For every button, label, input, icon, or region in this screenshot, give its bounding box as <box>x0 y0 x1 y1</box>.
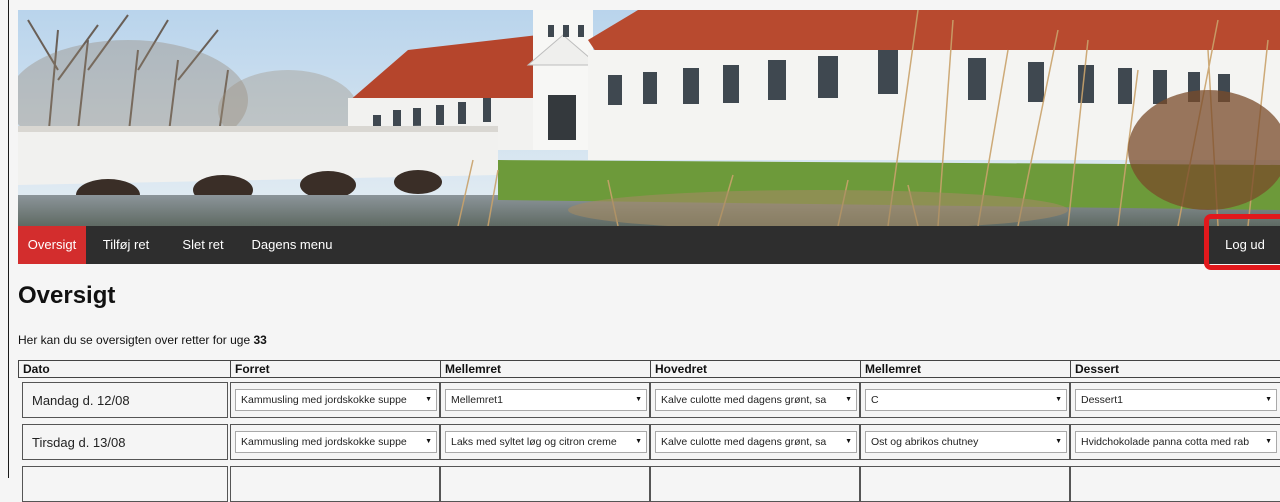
course-cell: Dessert1 ▼ <box>1070 382 1280 418</box>
dessert-select[interactable]: Dessert1 ▼ <box>1075 389 1277 411</box>
dropdown-arrow-icon: ▼ <box>1265 396 1272 403</box>
mellemret-select[interactable]: Laks med syltet løg og citron creme ▼ <box>445 431 647 453</box>
select-value: Laks med syltet løg og citron creme <box>451 436 617 448</box>
select-value: Kalve culotte med dagens grønt, sa <box>661 394 827 406</box>
nav-tilfoej-ret[interactable]: Tilføj ret <box>86 226 166 264</box>
select-value: Kammusling med jordskokke suppe <box>241 394 407 406</box>
forret-select[interactable]: Kammusling med jordskokke suppe ▼ <box>235 431 437 453</box>
course-cell: Kammusling med jordskokke suppe ▼ <box>230 424 440 460</box>
forret-select[interactable]: Kammusling med jordskokke suppe ▼ <box>235 389 437 411</box>
dropdown-arrow-icon: ▼ <box>425 438 432 445</box>
select-value: Hvidchokolade panna cotta med rab <box>1081 436 1250 448</box>
logout-highlight-box <box>1204 214 1280 270</box>
dropdown-arrow-icon: ▼ <box>1265 438 1272 445</box>
nav-oversigt[interactable]: Oversigt <box>18 226 86 264</box>
header-dessert: Dessert <box>1070 360 1280 378</box>
course-cell: Kalve culotte med dagens grønt, sa ▼ <box>650 382 860 418</box>
course-cell: Laks med syltet løg og citron creme ▼ <box>440 424 650 460</box>
date-label: Tirsdag d. 13/08 <box>32 435 126 450</box>
course-cell <box>650 466 860 502</box>
course-cell: C ▼ <box>860 382 1070 418</box>
hovedret-select[interactable]: Kalve culotte med dagens grønt, sa ▼ <box>655 389 857 411</box>
header-mellemret-2: Mellemret <box>860 360 1071 378</box>
intro-prefix: Her kan du se oversigten over retter for… <box>18 333 254 347</box>
week-number: 33 <box>253 333 267 347</box>
hovedret-select[interactable]: Kalve culotte med dagens grønt, sa ▼ <box>655 431 857 453</box>
dropdown-arrow-icon: ▼ <box>845 438 852 445</box>
date-label: Mandag d. 12/08 <box>32 393 130 408</box>
course-cell: Hvidchokolade panna cotta med rab ▼ <box>1070 424 1280 460</box>
select-value: Kammusling med jordskokke suppe <box>241 436 407 448</box>
course-cell: Kalve culotte med dagens grønt, sa ▼ <box>650 424 860 460</box>
course-cell: Ost og abrikos chutney ▼ <box>860 424 1070 460</box>
course-cell <box>860 466 1070 502</box>
nav-dagens-menu[interactable]: Dagens menu <box>240 226 344 264</box>
dropdown-arrow-icon: ▼ <box>1055 396 1062 403</box>
course-cell <box>440 466 650 502</box>
course-cell <box>1070 466 1280 502</box>
page-title: Oversigt <box>18 282 116 309</box>
left-border-line <box>8 0 9 478</box>
header-dato: Dato <box>18 360 231 378</box>
course-cell <box>230 466 440 502</box>
select-value: C <box>871 394 879 406</box>
select-value: Kalve culotte med dagens grønt, sa <box>661 436 827 448</box>
course-cell: Kammusling med jordskokke suppe ▼ <box>230 382 440 418</box>
dropdown-arrow-icon: ▼ <box>635 438 642 445</box>
dropdown-arrow-icon: ▼ <box>635 396 642 403</box>
intro-text: Her kan du se oversigten over retter for… <box>18 333 267 347</box>
dropdown-arrow-icon: ▼ <box>845 396 852 403</box>
date-cell <box>22 466 228 502</box>
select-value: Ost og abrikos chutney <box>871 436 979 448</box>
header-mellemret: Mellemret <box>440 360 651 378</box>
dessert-select[interactable]: Hvidchokolade panna cotta med rab ▼ <box>1075 431 1277 453</box>
dropdown-arrow-icon: ▼ <box>1055 438 1062 445</box>
mellemret-2-select[interactable]: Ost og abrikos chutney ▼ <box>865 431 1067 453</box>
course-cell: Mellemret1 ▼ <box>440 382 650 418</box>
select-value: Dessert1 <box>1081 394 1124 406</box>
hero-banner-image <box>18 10 1280 226</box>
mellemret-2-select[interactable]: C ▼ <box>865 389 1067 411</box>
header-forret: Forret <box>230 360 441 378</box>
main-navbar: Oversigt Tilføj ret Slet ret Dagens menu <box>18 226 1280 264</box>
dropdown-arrow-icon: ▼ <box>425 396 432 403</box>
nav-slet-ret[interactable]: Slet ret <box>166 226 240 264</box>
date-cell: Mandag d. 12/08 <box>22 382 228 418</box>
header-hovedret: Hovedret <box>650 360 861 378</box>
mellemret-select[interactable]: Mellemret1 ▼ <box>445 389 647 411</box>
select-value: Mellemret1 <box>451 394 503 406</box>
date-cell: Tirsdag d. 13/08 <box>22 424 228 460</box>
